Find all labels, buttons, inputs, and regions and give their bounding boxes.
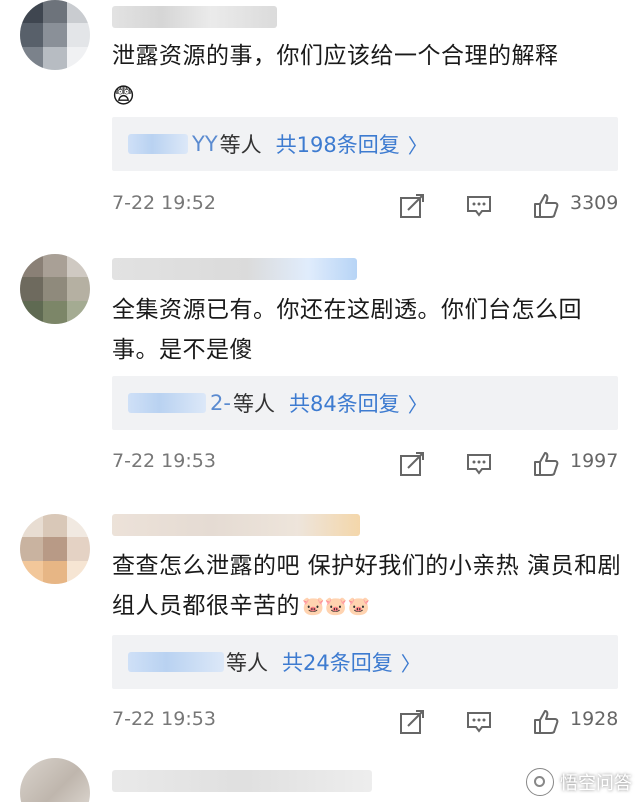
chevron-right-icon: 〉 <box>400 651 421 676</box>
username-blurred[interactable] <box>112 258 357 280</box>
thumbs-up-icon[interactable] <box>532 450 560 478</box>
reply-names-blurred <box>128 393 206 413</box>
timestamp: 7-22 19:53 <box>112 450 216 472</box>
comment-text: 全集资源已有。你还在这剧透。你们台怎么回事。是不是傻 <box>112 297 582 363</box>
reply-summary[interactable]: YY 等人 共198条回复 〉 <box>112 117 618 171</box>
username-blurred[interactable] <box>112 770 372 792</box>
username-blurred[interactable] <box>112 514 360 536</box>
comment-meta: 7-22 19:53 1997 <box>112 450 632 480</box>
thumbs-up-icon[interactable] <box>532 708 560 736</box>
wukong-logo-icon <box>526 768 554 796</box>
comment-text: 泄露资源的事，你们应该给一个合理的解释 😨 <box>112 36 622 117</box>
thumbs-up-icon[interactable] <box>532 192 560 220</box>
reply-names-blurred <box>128 134 188 154</box>
pig-emoji-icon: 🐷🐷🐷 <box>302 595 371 617</box>
crying-emoji-icon: 😨 <box>112 83 136 109</box>
reply-count-link[interactable]: 共198条回复 <box>276 129 400 159</box>
like-count: 3309 <box>570 192 619 214</box>
avatar[interactable] <box>20 254 90 324</box>
reply-suffix: 等人 <box>219 133 262 157</box>
chevron-right-icon: 〉 <box>407 392 428 417</box>
share-icon[interactable] <box>398 708 426 736</box>
like-count: 1997 <box>570 450 619 472</box>
comment-meta: 7-22 19:53 1928 <box>112 708 632 738</box>
reply-names: 2- <box>210 391 231 415</box>
comment-icon[interactable] <box>465 450 493 478</box>
comment-meta: 7-22 19:52 3309 <box>112 192 632 222</box>
avatar[interactable] <box>20 514 90 584</box>
reply-summary[interactable]: 等人 共24条回复 〉 <box>112 635 618 689</box>
reply-suffix: 等人 <box>232 392 275 416</box>
comment-icon[interactable] <box>465 192 493 220</box>
share-icon[interactable] <box>398 450 426 478</box>
reply-names: YY <box>192 132 218 156</box>
chevron-right-icon: 〉 <box>407 133 428 158</box>
comment-text-content: 泄露资源的事，你们应该给一个合理的解释 <box>112 43 559 69</box>
avatar[interactable] <box>20 0 90 70</box>
reply-count-link[interactable]: 共24条回复 <box>282 647 393 677</box>
comment-icon[interactable] <box>465 708 493 736</box>
timestamp: 7-22 19:53 <box>112 708 216 730</box>
watermark: 悟空问答 <box>526 768 632 796</box>
like-count: 1928 <box>570 708 619 730</box>
share-icon[interactable] <box>398 192 426 220</box>
reply-summary[interactable]: 2- 等人 共84条回复 〉 <box>112 376 618 430</box>
reply-names-blurred <box>128 652 224 672</box>
reply-suffix: 等人 <box>226 651 268 675</box>
reply-count-link[interactable]: 共84条回复 <box>289 388 400 418</box>
comment-text: 查查怎么泄露的吧 保护好我们的小亲热 演员和剧组人员都很辛苦的 🐷🐷🐷 <box>112 546 622 627</box>
avatar[interactable] <box>20 758 90 802</box>
username-blurred[interactable] <box>112 6 277 28</box>
watermark-text: 悟空问答 <box>560 773 632 794</box>
timestamp: 7-22 19:52 <box>112 192 216 214</box>
